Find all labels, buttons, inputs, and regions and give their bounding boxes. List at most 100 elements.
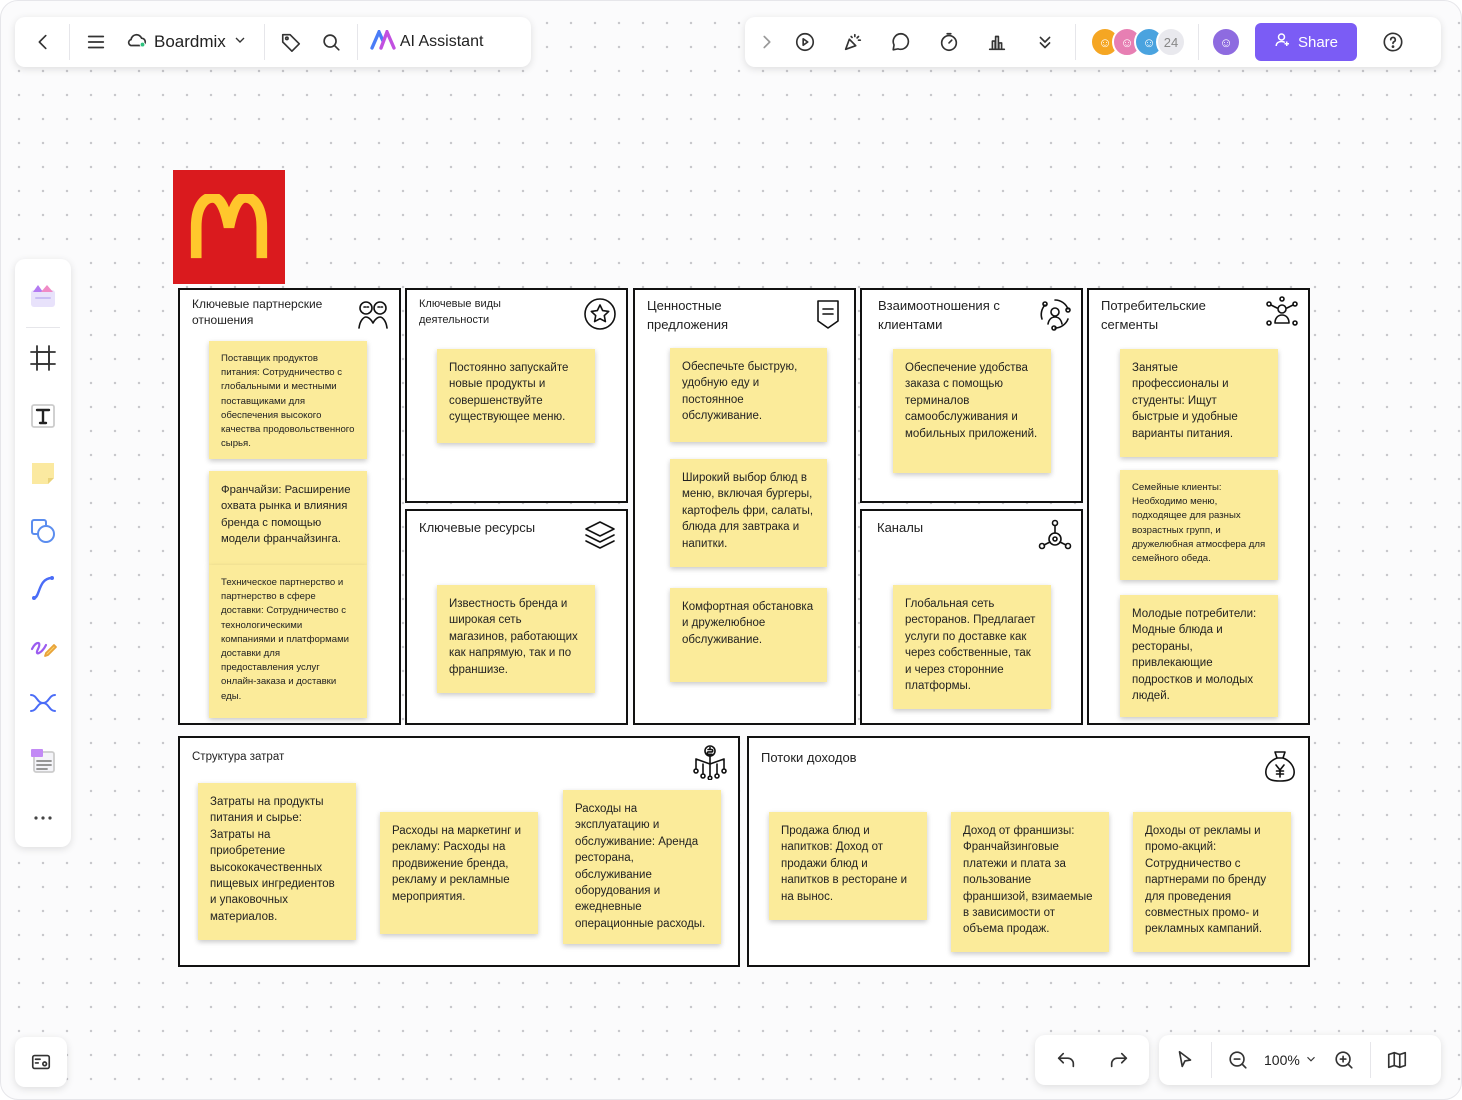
sticky-note[interactable]: Поставщик продуктов питания: Сотрудничес… <box>209 341 367 459</box>
table-list-icon[interactable] <box>15 732 71 790</box>
undo-redo-toolbar <box>1035 1035 1149 1085</box>
share-button[interactable]: Share <box>1255 23 1357 61</box>
section-title: Ключевые ресурсы <box>419 520 536 535</box>
search-icon[interactable] <box>311 22 351 62</box>
section-title: Потребительские сегменты <box>1101 298 1206 332</box>
undo-icon[interactable] <box>1046 1040 1086 1080</box>
zoom-out-icon[interactable] <box>1218 1040 1258 1080</box>
sticky-note[interactable]: Комфортная обстановка и дружелюбное обсл… <box>670 588 827 682</box>
timer-icon[interactable] <box>925 22 973 62</box>
board-name-dropdown[interactable]: Boardmix <box>116 29 258 56</box>
chevron-right-icon[interactable] <box>753 22 781 62</box>
help-icon[interactable] <box>1373 22 1413 62</box>
add-user-icon <box>1274 31 1292 53</box>
sticky-note[interactable]: Обеспечьте быструю, удобную еду и постоя… <box>670 348 827 442</box>
comment-icon[interactable] <box>877 22 925 62</box>
section-value-propositions[interactable]: Ценностные предложения Обеспечьте быстру… <box>633 288 856 725</box>
channels-network-icon <box>1037 517 1073 553</box>
collaborator-count: 24 <box>1156 27 1186 57</box>
sticky-note[interactable]: Обеспечение удобства заказа с помощью те… <box>893 349 1051 473</box>
sticky-note[interactable]: Глобальная сеть ресторанов. Предлагает у… <box>893 585 1051 709</box>
section-key-partners[interactable]: Ключевые партнерские отношения Поставщик… <box>178 288 401 725</box>
partners-handshake-icon <box>355 296 391 332</box>
sticky-note[interactable]: Семейные клиенты: Необходимо меню, подхо… <box>1120 470 1278 580</box>
divider <box>1075 24 1076 60</box>
zoom-toolbar: 100% <box>1159 1035 1441 1085</box>
divider <box>1198 24 1199 60</box>
frame-icon[interactable] <box>15 329 71 387</box>
sticky-note[interactable]: Доход от франшизы: Франчайзинговые плате… <box>951 812 1109 952</box>
board-outline-icon[interactable] <box>21 1042 61 1082</box>
star-badge-icon <box>582 296 618 332</box>
sticky-note[interactable]: Широкий выбор блюд в меню, включая бурге… <box>670 459 827 567</box>
section-customer-relationships[interactable]: Взаимоотношения с клиентами Обеспечение … <box>860 288 1083 503</box>
section-customer-segments[interactable]: Потребительские сегменты Занятые професс… <box>1087 288 1310 725</box>
sticky-note[interactable]: Постоянно запускайте новые продукты и со… <box>437 349 595 443</box>
ai-assistant-label: AI Assistant <box>399 33 484 50</box>
divider <box>69 24 70 60</box>
sticky-note[interactable]: Франчайзи: Расширение охвата рынка и вли… <box>209 471 367 565</box>
section-title: Структура затрат <box>192 751 285 763</box>
left-toolbar <box>15 259 71 847</box>
sticky-note[interactable]: Доходы от рекламы и промо-акций: Сотрудн… <box>1133 812 1291 952</box>
divider <box>356 24 358 60</box>
section-channels[interactable]: Каналы Глобальная сеть ресторанов. Предл… <box>860 509 1083 725</box>
target-customer-icon <box>1264 296 1300 332</box>
share-label: Share <box>1297 33 1339 51</box>
select-pointer-icon[interactable] <box>1165 1040 1205 1080</box>
templates-icon[interactable] <box>15 267 71 325</box>
sticky-note[interactable]: Расходы на маркетинг и рекламу: Расходы … <box>380 812 538 934</box>
sticky-note-icon[interactable] <box>15 444 71 502</box>
redo-icon[interactable] <box>1099 1040 1139 1080</box>
chevron-down-icon <box>232 32 248 53</box>
section-revenue-streams[interactable]: Потоки доходов Продажа блюд и напитков: … <box>747 736 1310 967</box>
section-title: Ценностные предложения <box>647 298 729 332</box>
shapes-icon[interactable] <box>15 502 71 560</box>
menu-icon[interactable] <box>76 22 116 62</box>
sticky-note[interactable]: Расходы на эксплуатацию и обслуживание: … <box>563 790 721 944</box>
current-user-avatar[interactable]: ☺ <box>1211 27 1241 57</box>
sticky-note[interactable]: Молодые потребители: Модные блюда и рест… <box>1120 595 1278 717</box>
mindmap-icon[interactable] <box>15 674 71 732</box>
tag-icon[interactable] <box>271 22 311 62</box>
sticky-note[interactable]: Затраты на продукты питания и сырье: Зат… <box>198 783 356 940</box>
pen-draw-icon[interactable] <box>15 617 71 675</box>
vote-chart-icon[interactable] <box>973 22 1021 62</box>
connector-line-icon[interactable] <box>15 559 71 617</box>
sticky-note[interactable]: Известность бренда и широкая сеть магази… <box>437 585 595 693</box>
faded-title <box>301 227 310 259</box>
sticky-note[interactable]: Техническое партнерство и партнерство в … <box>209 565 367 718</box>
section-key-activities[interactable]: Ключевые виды деятельности Постоянно зап… <box>405 288 628 503</box>
ai-assistant-button[interactable]: AI Assistant <box>364 26 490 55</box>
divider <box>263 24 265 60</box>
top-right-toolbar: ☺ ☺ ☺ 24 ☺ Share <box>745 17 1441 67</box>
section-title: Ключевые партнерские отношения <box>192 297 323 327</box>
top-left-toolbar: Boardmix AI Assistant <box>15 17 531 67</box>
section-cost-structure[interactable]: Структура затрат Затраты на продукты пит… <box>178 736 740 967</box>
section-title: Взаимоотношения с клиентами <box>878 298 1000 332</box>
text-icon[interactable] <box>15 387 71 445</box>
cost-network-icon <box>692 744 728 781</box>
back-icon[interactable] <box>23 22 63 62</box>
divider <box>26 326 60 328</box>
board-name: Boardmix <box>154 32 226 51</box>
sticky-note[interactable]: Занятые профессионалы и студенты: Ищут б… <box>1120 349 1278 457</box>
zoom-in-icon[interactable] <box>1324 1040 1364 1080</box>
zoom-level: 100% <box>1264 1052 1300 1068</box>
ai-logo-icon <box>370 26 396 55</box>
zoom-level-dropdown[interactable]: 100% <box>1258 1052 1324 1069</box>
cloud-sync-icon <box>126 29 148 56</box>
divider <box>1369 1042 1371 1078</box>
gift-tag-icon <box>810 296 846 332</box>
collaborators-avatars[interactable]: ☺ ☺ ☺ 24 <box>1090 27 1186 57</box>
bottom-left-toolbar <box>15 1037 67 1087</box>
sticky-note[interactable]: Продажа блюд и напитков: Доход от продаж… <box>769 812 927 920</box>
whiteboard-canvas[interactable]: Boardmix AI Assistant ☺ ☺ ☺ 24 ☺ Share К… <box>0 0 1462 1100</box>
celebrate-icon[interactable] <box>829 22 877 62</box>
section-key-resources[interactable]: Ключевые ресурсы Известность бренда и ши… <box>405 509 628 725</box>
more-tools-chevrons-icon[interactable] <box>1021 22 1069 62</box>
more-tools-icon[interactable] <box>15 789 71 847</box>
present-play-icon[interactable] <box>781 22 829 62</box>
layers-icon <box>582 517 618 553</box>
map-icon[interactable] <box>1377 1040 1417 1080</box>
